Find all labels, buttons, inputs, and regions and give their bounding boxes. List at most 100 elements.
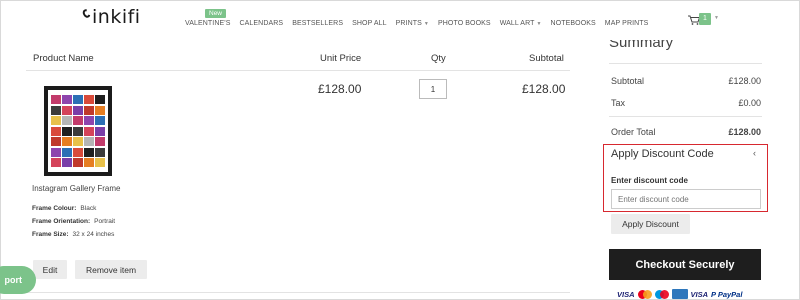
payment-methods: VISA VISA P PayPal [617, 289, 742, 299]
gallery-tile [73, 116, 83, 125]
paypal-icon: P PayPal [711, 289, 743, 299]
checkout-button[interactable]: Checkout Securely [609, 249, 761, 280]
gallery-tile [84, 95, 94, 104]
col-subtotal: Subtotal [529, 53, 564, 64]
gallery-tile [51, 137, 61, 146]
attr-frame-size: Frame Size: 32 x 24 inches [32, 231, 114, 238]
attr-label: Frame Orientation: [32, 218, 91, 225]
summary-divider [609, 63, 762, 64]
gallery-tile [84, 105, 94, 115]
gallery-tile [73, 158, 83, 167]
nav-item-bestsellers[interactable]: BESTSELLERS [292, 20, 343, 27]
remove-item-button[interactable]: Remove item [75, 260, 147, 279]
gallery-tile [62, 105, 72, 115]
mastercard-icon [637, 289, 652, 299]
nav-label: WALL ART [499, 20, 535, 27]
gallery-tile [95, 137, 105, 146]
summary-subtotal-row: Subtotal £128.00 [611, 76, 761, 86]
support-button[interactable]: port [0, 266, 36, 294]
product-image[interactable] [44, 86, 112, 176]
nav-item-shop-all[interactable]: SHOP ALL [352, 20, 387, 27]
chevron-down-icon: ▼ [536, 21, 542, 27]
cart-caret-icon[interactable]: ▼ [714, 15, 719, 21]
nav-label: CALENDARS [239, 20, 284, 27]
discount-code-input[interactable] [611, 189, 761, 209]
gallery-tile [62, 116, 72, 125]
gallery-tile [73, 95, 83, 104]
visa-icon: VISA [617, 289, 635, 299]
gallery-tile [84, 137, 94, 146]
gallery-tile [84, 126, 94, 136]
edit-button[interactable]: Edit [33, 260, 67, 279]
gallery-tile [51, 158, 61, 167]
gallery-tile [51, 147, 61, 157]
gallery-tile [51, 95, 61, 104]
total-value: £128.00 [728, 127, 761, 137]
amex-icon [671, 289, 688, 299]
chevron-down-icon: ▼ [423, 21, 429, 27]
main-nav: VALENTINE'S CALENDARS BESTSELLERS SHOP ALL P… [185, 20, 657, 27]
attr-frame-colour: Frame Colour: Black [32, 205, 96, 212]
nav-item-notebooks[interactable]: NOTEBOOKS [551, 20, 596, 27]
nav-label: NOTEBOOKS [550, 20, 596, 27]
attr-value: Portrait [94, 218, 116, 225]
gallery-tile [51, 126, 61, 136]
nav-label: VALENTINE'S [185, 20, 231, 27]
nav-label: SHOP ALL [352, 20, 387, 27]
gallery-tile [73, 126, 83, 136]
chevron-left-icon[interactable]: ‹ [753, 148, 756, 158]
tax-value: £0.00 [738, 98, 761, 108]
total-label: Order Total [611, 127, 656, 137]
attr-value: Black [80, 205, 97, 212]
attr-label: Frame Size: [32, 231, 69, 238]
item-unit-price: £128.00 [318, 82, 362, 96]
nav-item-valentine-s[interactable]: VALENTINE'S [185, 20, 231, 27]
table-bottom-divider [26, 292, 570, 293]
gallery-tile [73, 105, 83, 115]
gallery-tile [62, 95, 72, 104]
apply-discount-button[interactable]: Apply Discount [611, 214, 690, 234]
product-image-gallery [48, 90, 108, 172]
subtotal-value: £128.00 [728, 76, 761, 86]
gallery-tile [84, 158, 94, 167]
gallery-tile [95, 158, 105, 167]
cart-count-badge[interactable]: 1 [699, 13, 711, 25]
attr-value: 32 x 24 inches [72, 231, 115, 238]
gallery-tile [95, 105, 105, 115]
tax-label: Tax [611, 98, 626, 108]
table-header-divider [26, 70, 570, 71]
col-product-name: Product Name [33, 53, 94, 64]
col-unit-price: Unit Price [320, 53, 362, 64]
nav-item-photo-books[interactable]: PHOTO BOOKS [438, 20, 491, 27]
summary-tax-row: Tax £0.00 [611, 98, 761, 108]
gallery-tile [62, 126, 72, 136]
visa-icon: VISA [690, 289, 709, 299]
gallery-tile [51, 116, 61, 125]
col-qty: Qty [431, 53, 446, 64]
nav-item-prints[interactable]: PRINTS ▼ [396, 20, 429, 27]
gallery-tile [84, 116, 94, 125]
gallery-tile [84, 147, 94, 157]
attr-label: Frame Colour: [32, 205, 77, 212]
gallery-tile [62, 158, 72, 167]
gallery-tile [95, 147, 105, 157]
nav-label: BESTSELLERS [292, 20, 344, 27]
summary-title: Summary [609, 40, 674, 51]
gallery-tile [95, 95, 105, 104]
nav-label: PRINTS [395, 20, 422, 27]
gallery-tile [51, 105, 61, 115]
nav-item-map-prints[interactable]: MAP PRINTS [605, 20, 649, 27]
nav-item-wall-art[interactable]: WALL ART ▼ [500, 20, 542, 27]
discount-field-label: Enter discount code [611, 176, 688, 185]
attr-frame-orientation: Frame Orientation: Portrait [32, 218, 115, 225]
maestro-icon [654, 289, 669, 299]
summary-divider [609, 116, 762, 117]
apply-discount-toggle[interactable]: Apply Discount Code [611, 148, 714, 160]
product-name[interactable]: Instagram Gallery Frame [32, 184, 120, 193]
brand-name: inkifi [92, 6, 141, 28]
new-badge: New [205, 9, 227, 18]
gallery-tile [73, 147, 83, 157]
summary-total-row: Order Total £128.00 [611, 127, 761, 137]
qty-input[interactable]: 1 [419, 79, 447, 99]
nav-item-calendars[interactable]: CALENDARS [240, 20, 284, 27]
